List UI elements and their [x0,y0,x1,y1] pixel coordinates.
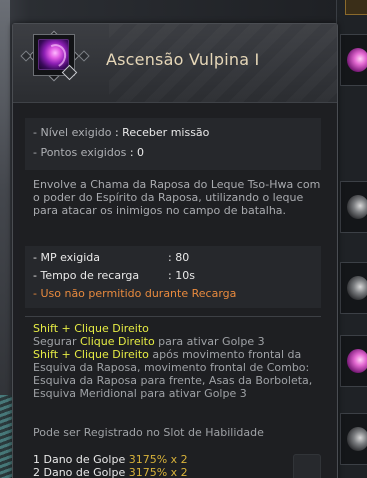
skill-slot-icon [347,349,367,373]
mp-value: : 80 [168,251,190,264]
combo1-description: Segurar Clique Direito para ativar Golpe… [33,335,329,348]
damage-value: 3175% x 2 [128,466,188,478]
frame-ornament [78,50,90,62]
skill-slot-top[interactable] [345,0,367,15]
combo2-key: Shift + Clique Direito [33,348,149,361]
damage-label: 1 Dano de Golpe [33,453,129,466]
combo1-title: Shift + Clique Direito [33,322,149,335]
mp-label: - MP exigida [33,251,100,264]
cooldown: - Tempo de recarga : 10s [33,269,195,283]
slot-note: Pode ser Registrado no Slot de Habilidad… [33,426,264,439]
skill-slot-icon [347,195,367,219]
skill-slot-icon [347,48,367,72]
skill-title: Ascensão Vulpina I [106,50,260,69]
skill-description: Envolve a Chama da Raposa do Leque Tso-H… [33,178,321,217]
points-value: : 0 [129,146,145,159]
level-label: - Nível exigido [33,126,112,139]
combo1-key: Clique Direito [80,335,155,348]
damage-value: 3175% x 2 [128,453,188,466]
level-requirement: - Nível exigido : Receber missão [33,126,209,140]
game-screen: Ascensão Vulpina I - Nível exigido : Rec… [0,0,367,478]
mp-cost: - MP exigida : 80 [33,251,189,265]
damage-label: 2 Dano de Golpe [33,466,129,478]
cooldown-value: : 10s [168,269,195,282]
skill-slot[interactable] [340,181,367,233]
damage-row: 2 Dano de Golpe 3175% x 2 [33,466,329,478]
cooldown-restriction: - Uso não permitido durante Recarga [33,287,237,300]
cooldown-label: - Tempo de recarga [33,269,140,282]
combo2-description: Shift + Clique Direito após movimento fr… [33,348,329,400]
skill-slot[interactable] [340,413,367,465]
combo1-pre: Segurar [33,335,80,348]
points-requirement: - Pontos exigidos : 0 [33,146,144,160]
skill-slot[interactable] [340,262,367,314]
frame-ornament [20,50,32,62]
skill-tooltip: Ascensão Vulpina I - Nível exigido : Rec… [12,23,338,478]
skill-slot[interactable] [340,335,367,387]
skill-slot-icon [347,427,367,451]
damage-row: 1 Dano de Golpe 3175% x 2 [33,453,329,466]
skill-slot[interactable] [340,34,367,86]
combo1-post: para ativar Golpe 3 [154,335,265,348]
tooltip-header: Ascensão Vulpina I [13,24,337,103]
icon-swirl [40,40,70,72]
skill-slot-icon [347,276,367,300]
points-label: - Pontos exigidos [33,146,127,159]
divider [25,316,321,317]
level-value: : Receber missão [114,126,210,139]
fox-flame-skill-icon [38,39,70,72]
